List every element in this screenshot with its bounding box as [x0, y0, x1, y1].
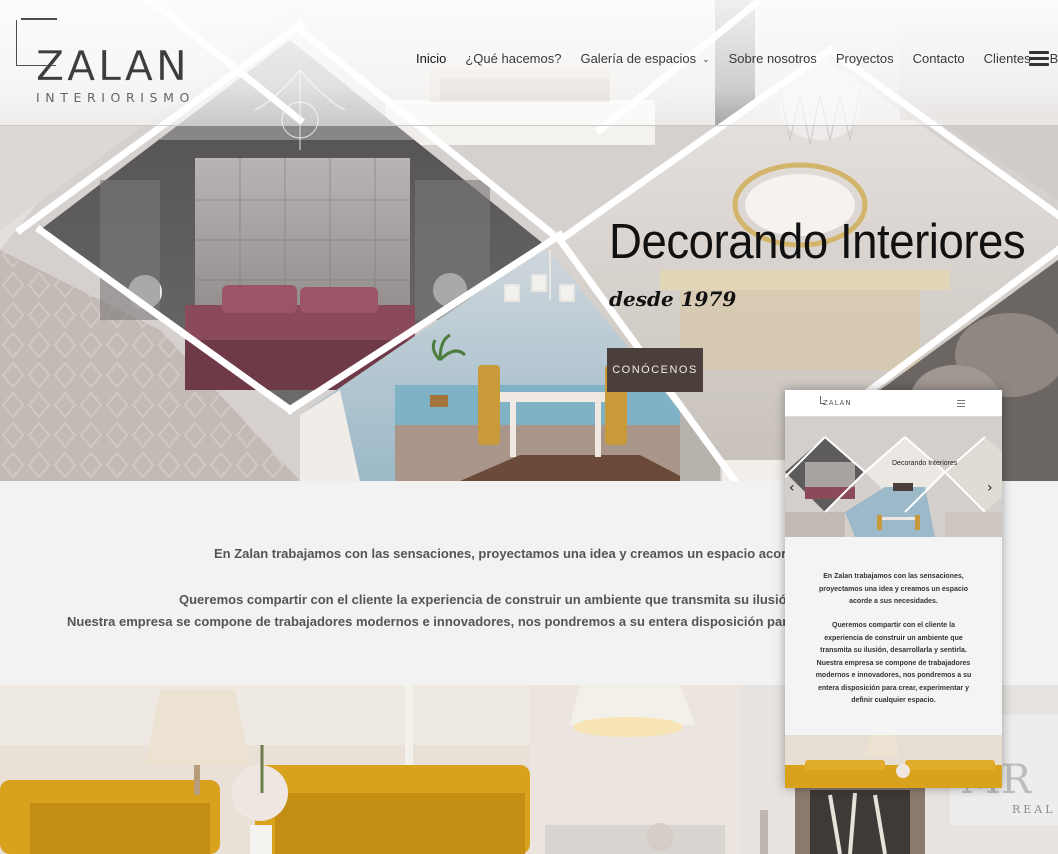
mobile-header: ZALAN: [785, 390, 1002, 417]
mobile-text-line: En Zalan trabajamos con las sensaciones,: [823, 573, 964, 580]
hamburger-menu-icon[interactable]: [1029, 51, 1049, 66]
nav-item-label: Blog: [1049, 51, 1058, 66]
mobile-intro-paragraph-1: En Zalan trabajamos con las sensaciones,…: [785, 571, 1002, 609]
chevron-down-icon: ⌄: [702, 54, 710, 64]
nav-item-label: Clientes: [983, 51, 1031, 66]
nav-item-que-hacemos[interactable]: ¿Qué hacemos?: [465, 51, 561, 66]
mobile-cta-button[interactable]: [893, 483, 913, 491]
intro-line-2: Queremos compartir con el cliente la exp…: [179, 592, 850, 607]
gallery-sign-sub: REAL: [1012, 803, 1056, 816]
mobile-hamburger-icon[interactable]: [957, 400, 965, 409]
nav-item-blog[interactable]: Blog: [1050, 51, 1058, 66]
nav-item-label: Sobre nosotros: [728, 51, 817, 66]
nav-item-label: Contacto: [912, 51, 965, 66]
mobile-text-line: experiencia de construir un ambiente que: [824, 634, 963, 642]
mobile-text-line: transmita su ilusión, desarrollarla y se…: [820, 647, 967, 654]
mobile-text-line: Nuestra empresa se compone de trabajador…: [816, 659, 971, 667]
mobile-text-line: definir cualquier espacio.: [851, 697, 936, 704]
mobile-text-line: Queremos compartir con el cliente la: [832, 622, 955, 629]
hero-title: Decorando Interiores: [609, 215, 1026, 269]
mobile-intro-paragraph-2: Queremos compartir con el cliente la exp…: [785, 620, 1002, 708]
nav-item-proyectos[interactable]: Proyectos: [836, 51, 894, 66]
main-nav: Inicio ¿Qué hacemos? Galería de espacios…: [416, 51, 1058, 66]
hero-subtitle: desde 1979: [609, 287, 737, 311]
mobile-logo[interactable]: ZALAN: [823, 399, 852, 407]
mobile-hero: Decorando Interiores ‹ ›: [785, 417, 1002, 537]
mobile-gallery-image: [785, 735, 1002, 788]
conocenos-button[interactable]: CONÓCENOS: [607, 348, 703, 392]
logo-wordmark: ZALAN: [36, 42, 190, 90]
intro-line-1: En Zalan trabajamos con las sensaciones,…: [214, 546, 865, 561]
chevron-left-icon[interactable]: ‹: [789, 480, 795, 496]
mobile-hero-image: [785, 417, 1002, 537]
mobile-preview-mockup: ZALAN Decorando Interiores ‹ › En Zalan …: [785, 390, 1002, 788]
mobile-text-line: modernos e innovadores, nos pondremos a …: [815, 672, 972, 679]
nav-item-clientes[interactable]: Clientes: [984, 51, 1031, 66]
nav-item-label: Inicio: [416, 51, 447, 66]
site-logo[interactable]: ZALAN INTERIORISMO: [14, 18, 224, 105]
mobile-text-line: acorde a sus necesidades.: [849, 598, 938, 605]
nav-item-contacto[interactable]: Contacto: [913, 51, 965, 66]
nav-item-label: ¿Qué hacemos?: [465, 51, 562, 66]
intro-line-3: Nuestra empresa se compone de trabajador…: [67, 614, 872, 629]
nav-item-inicio[interactable]: Inicio: [416, 51, 446, 66]
nav-item-label: Proyectos: [835, 51, 894, 66]
mobile-text-line: entera disposición para crear, experimen…: [818, 684, 969, 692]
nav-item-label: Galería de espacios: [580, 51, 697, 66]
nav-item-sobre-nosotros[interactable]: Sobre nosotros: [729, 51, 817, 66]
nav-item-galeria[interactable]: Galería de espacios ⌄: [580, 51, 709, 66]
page: ZALAN INTERIORISMO Inicio ¿Qué hacemos? …: [0, 0, 1058, 854]
mobile-hero-title: Decorando Interiores: [892, 460, 958, 467]
chevron-right-icon[interactable]: ›: [987, 480, 993, 496]
logo-tagline: INTERIORISMO: [36, 90, 195, 105]
mobile-text-line: proyectamos una idea y creamos un espaci…: [818, 585, 968, 593]
